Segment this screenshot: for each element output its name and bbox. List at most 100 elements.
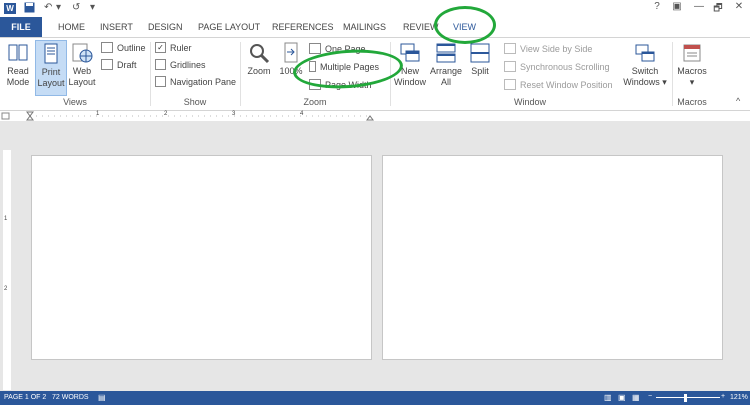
macros-group-label: Macros [677, 97, 707, 107]
navigation-pane-label: Navigation Pane [170, 77, 237, 87]
zoom-slider-thumb[interactable] [684, 394, 687, 402]
ruler-graphic [1, 111, 374, 121]
zoom-button[interactable]: Zoom [244, 42, 274, 77]
ruler-mark: 1 [96, 111, 100, 117]
navigation-pane-check-icon [155, 76, 166, 88]
arrange-all-button[interactable]: Arrange All [429, 42, 463, 88]
sync-scroll-icon [504, 61, 516, 73]
draft-icon [101, 59, 113, 71]
draft-button[interactable]: Draft [101, 58, 137, 72]
read-mode-label: Read Mode [6, 66, 30, 87]
document-page-1[interactable] [31, 155, 372, 360]
zoom-100-icon [280, 42, 302, 64]
ruler-mark: 3 [232, 111, 236, 117]
magnifier-icon [248, 42, 270, 64]
zoom-out-button[interactable]: − [648, 393, 652, 400]
web-layout-button[interactable]: Web Layout [67, 42, 97, 88]
outline-icon [101, 42, 113, 54]
draft-label: Draft [117, 60, 137, 70]
tab-insert[interactable]: INSERT [100, 17, 133, 37]
title-bar: W ↶ ▾ ↺ ▾ ? ▣ — 🗗 ✕ [0, 0, 750, 17]
help-icon[interactable]: ? [650, 1, 664, 12]
redo-icon[interactable]: ↺ [72, 2, 80, 13]
gridlines-label: Gridlines [170, 60, 206, 70]
switch-windows-button[interactable]: Switch Windows ▾ [620, 42, 670, 88]
vruler-mark: 2 [4, 286, 8, 292]
ruler-label: Ruler [170, 43, 192, 53]
ruler-mark: 2 [164, 111, 168, 117]
window-group-label: Window [513, 97, 546, 107]
split-icon [469, 42, 491, 64]
undo-icon[interactable]: ↶ [44, 2, 52, 13]
ribbon-display-options-icon[interactable]: ▣ [670, 1, 684, 12]
new-window-icon [399, 42, 421, 64]
print-layout-icon [40, 43, 62, 65]
print-layout-button[interactable]: Print Layout [35, 40, 67, 96]
split-button[interactable]: Split [465, 42, 495, 77]
synchronous-scrolling-button[interactable]: Synchronous Scrolling [504, 60, 610, 74]
reset-position-icon [504, 79, 516, 91]
zoom-in-button[interactable]: + [721, 393, 725, 400]
horizontal-ruler[interactable]: 1 2 3 4 [0, 110, 750, 121]
word-count-status[interactable]: 72 WORDS [52, 394, 89, 401]
zoom-group-label: Zoom [303, 97, 327, 107]
macros-icon [681, 42, 703, 64]
minimize-icon[interactable]: — [692, 1, 706, 12]
page-count-status[interactable]: PAGE 1 OF 2 [4, 394, 46, 401]
collapse-ribbon-icon[interactable]: ^ [736, 96, 740, 106]
web-layout-icon [71, 42, 93, 64]
tab-references[interactable]: REFERENCES [272, 17, 334, 37]
restore-icon[interactable]: 🗗 [711, 1, 725, 18]
customize-qat-icon[interactable]: ▾ [90, 2, 95, 13]
tab-mailings[interactable]: MAILINGS [343, 17, 386, 37]
read-mode-button[interactable]: Read Mode [3, 42, 33, 88]
ruler-checkbox[interactable]: ✓ Ruler [155, 41, 192, 55]
show-group-label: Show [183, 97, 207, 107]
web-layout-view-icon[interactable]: ▦ [632, 393, 640, 402]
ribbon-tabs: FILE HOME INSERT DESIGN PAGE LAYOUT REFE… [0, 17, 750, 37]
word-app-icon[interactable]: W [4, 3, 16, 14]
reset-window-position-button[interactable]: Reset Window Position [504, 78, 613, 92]
close-icon[interactable]: ✕ [732, 1, 746, 12]
switch-windows-icon [634, 42, 656, 64]
print-layout-label: Print Layout [37, 67, 65, 88]
read-mode-view-icon[interactable]: ▥ [604, 393, 612, 402]
ruler-check-icon: ✓ [155, 42, 166, 54]
print-layout-view-icon[interactable]: ▣ [618, 393, 626, 402]
arrange-all-icon [435, 42, 457, 64]
one-page-icon [309, 43, 321, 55]
document-area[interactable] [0, 121, 750, 391]
ruler-mark: 4 [300, 111, 304, 117]
tab-page-layout[interactable]: PAGE LAYOUT [198, 17, 260, 37]
tab-design[interactable]: DESIGN [148, 17, 183, 37]
vruler-mark: 1 [4, 216, 8, 222]
outline-label: Outline [117, 43, 146, 53]
tab-file[interactable]: FILE [0, 17, 42, 37]
proofing-icon[interactable]: ▤ [98, 393, 106, 402]
read-mode-icon [7, 42, 29, 64]
macros-button[interactable]: Macros ▾ [675, 42, 709, 88]
document-page-2[interactable] [382, 155, 723, 360]
zoom-label: Zoom [247, 66, 271, 76]
save-icon[interactable] [24, 2, 35, 16]
outline-button[interactable]: Outline [101, 41, 146, 55]
vertical-ruler[interactable]: 1 2 [3, 150, 11, 390]
reset-position-label: Reset Window Position [520, 80, 613, 90]
sync-scroll-label: Synchronous Scrolling [520, 62, 610, 72]
web-layout-label: Web Layout [68, 66, 96, 87]
navigation-pane-checkbox[interactable]: Navigation Pane [155, 75, 236, 89]
undo-dropdown-icon[interactable]: ▾ [56, 2, 61, 13]
gridlines-checkbox[interactable]: Gridlines [155, 58, 206, 72]
switch-windows-label: Switch Windows ▾ [623, 66, 667, 87]
status-bar: PAGE 1 OF 2 72 WORDS ▤ ▥ ▣ ▦ − + 121% [0, 391, 750, 405]
tab-home[interactable]: HOME [58, 17, 85, 37]
zoom-slider-track[interactable] [656, 397, 720, 398]
split-label: Split [471, 66, 489, 76]
arrange-all-label: Arrange All [429, 66, 463, 87]
gridlines-check-icon [155, 59, 166, 71]
view-side-by-side-button[interactable]: View Side by Side [504, 42, 592, 56]
views-group-label: Views [63, 97, 87, 107]
side-by-side-icon [504, 43, 516, 55]
macros-label: Macros ▾ [677, 66, 707, 87]
zoom-level[interactable]: 121% [730, 394, 748, 401]
